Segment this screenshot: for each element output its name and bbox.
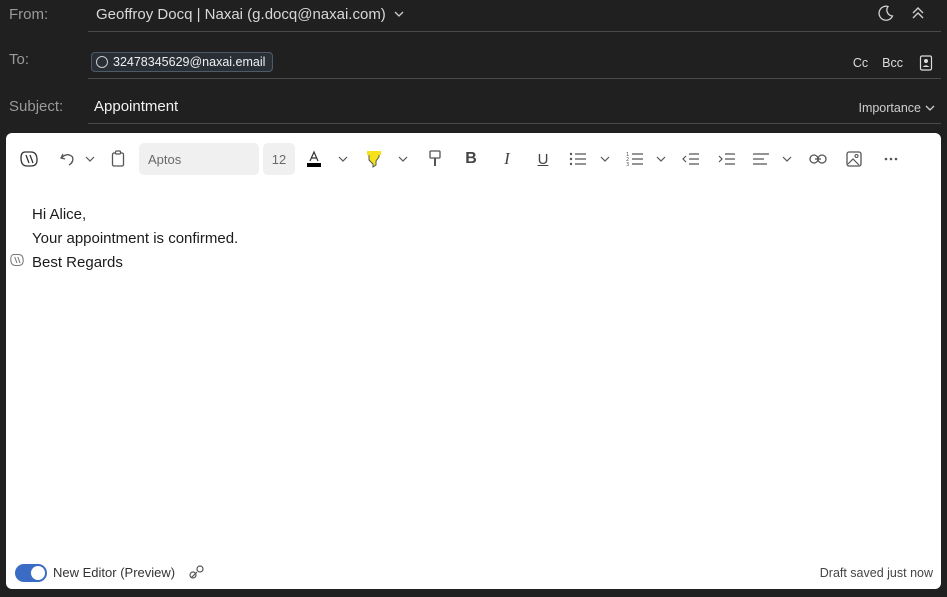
chevron-down-icon[interactable]	[397, 149, 409, 169]
align-left-icon[interactable]	[751, 149, 771, 169]
bold-icon[interactable]: B	[462, 149, 480, 169]
from-value: Geoffroy Docq | Naxai (g.docq@naxai.com)	[96, 5, 386, 23]
font-size-select[interactable]: 12	[263, 143, 295, 175]
to-label: To:	[9, 51, 30, 68]
chevron-down-icon	[390, 5, 408, 23]
svg-text:3: 3	[626, 162, 629, 167]
increase-indent-icon[interactable]	[717, 149, 737, 169]
undo-icon[interactable]	[58, 149, 76, 169]
importance-dropdown[interactable]: Importance	[858, 99, 935, 117]
divider	[88, 31, 941, 32]
presence-icon	[96, 56, 108, 68]
link-icon[interactable]	[808, 149, 828, 169]
draft-status: Draft saved just now	[819, 566, 933, 580]
importance-label: Importance	[858, 101, 921, 115]
numbered-list-icon[interactable]: 123	[625, 149, 645, 169]
message-body[interactable]: Hi Alice, Your appointment is confirmed.…	[32, 203, 238, 275]
cc-button[interactable]: Cc	[853, 56, 868, 70]
bcc-button[interactable]: Bcc	[882, 56, 903, 70]
recipient-chip[interactable]: 32478345629@naxai.email	[91, 52, 274, 72]
chevron-down-icon	[925, 99, 935, 117]
underline-icon[interactable]: U	[534, 149, 552, 169]
editor-footer: New Editor (Preview) Draft saved just no…	[6, 563, 941, 589]
divider	[88, 123, 941, 124]
decrease-indent-icon[interactable]	[681, 149, 701, 169]
new-editor-toggle[interactable]	[15, 564, 47, 582]
body-line: Hi Alice,	[32, 206, 87, 223]
toggle-knob	[31, 566, 45, 580]
feedback-icon[interactable]	[188, 564, 206, 585]
chevron-down-icon[interactable]	[781, 149, 793, 169]
new-editor-label: New Editor (Preview)	[53, 565, 176, 580]
moon-icon[interactable]	[877, 4, 895, 22]
collapse-up-icon[interactable]	[909, 4, 927, 22]
from-row: From: Geoffroy Docq | Naxai (g.docq@naxa…	[0, 0, 947, 30]
from-label: From:	[9, 6, 49, 23]
chevron-down-icon[interactable]	[84, 149, 96, 169]
body-line: Your appointment is confirmed.	[32, 230, 239, 247]
copilot-icon[interactable]	[18, 149, 40, 169]
formatting-toolbar: Aptos 12 B I U 123	[6, 143, 941, 175]
more-options-icon[interactable]	[881, 149, 901, 169]
recipient-address: 32478345629@naxai.email	[113, 55, 266, 69]
divider	[88, 78, 941, 79]
body-line: Best Regards	[32, 254, 123, 271]
from-selector[interactable]: Geoffroy Docq | Naxai (g.docq@naxai.com)	[96, 5, 408, 23]
image-icon[interactable]	[845, 149, 863, 169]
subject-input[interactable]: Appointment	[94, 98, 178, 115]
font-name-select[interactable]: Aptos	[139, 143, 259, 175]
font-color-icon[interactable]	[305, 149, 323, 169]
message-editor[interactable]: Aptos 12 B I U 123 Hi Alice, Your appoin…	[6, 133, 941, 589]
format-painter-icon[interactable]	[426, 149, 444, 169]
chevron-down-icon[interactable]	[655, 149, 667, 169]
subject-label: Subject:	[9, 98, 64, 115]
chevron-down-icon[interactable]	[599, 149, 611, 169]
clipboard-icon[interactable]	[109, 149, 127, 169]
italic-icon[interactable]: I	[498, 149, 516, 169]
chevron-down-icon[interactable]	[337, 149, 349, 169]
address-book-icon[interactable]	[917, 54, 935, 72]
copilot-inline-icon[interactable]	[9, 253, 25, 272]
to-row: To: 32478345629@naxai.email Cc Bcc	[0, 45, 947, 79]
bullet-list-icon[interactable]	[568, 149, 588, 169]
subject-row: Subject: Appointment Importance	[0, 92, 947, 122]
highlight-icon[interactable]	[365, 149, 383, 169]
